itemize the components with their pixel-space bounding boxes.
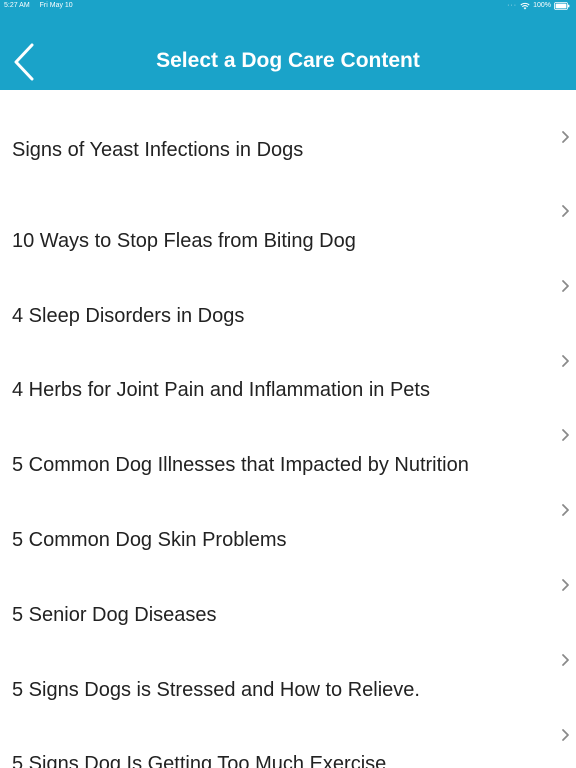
chevron-right-icon bbox=[562, 354, 569, 367]
list-item-label: 5 Common Dog Illnesses that Impacted by … bbox=[12, 454, 469, 477]
list-item-label: Signs of Yeast Infections in Dogs bbox=[12, 139, 304, 161]
list-item-label: 4 Herbs for Joint Pain and Inflammation … bbox=[12, 379, 430, 402]
more-dots-icon: ··· bbox=[507, 2, 518, 9]
chevron-right-icon bbox=[562, 728, 569, 741]
list-item-label: 5 Signs Dogs is Stressed and How to Reli… bbox=[12, 678, 420, 701]
list-item[interactable]: 4 Herbs for Joint Pain and Inflammation … bbox=[0, 338, 576, 413]
list-item[interactable]: 5 Common Dog Skin Problems bbox=[0, 487, 576, 562]
nav-header: 5:27 AM Fri May 10 ··· 100% Select a Dog… bbox=[0, 0, 576, 90]
list-item[interactable]: 5 Senior Dog Diseases bbox=[0, 562, 576, 637]
battery-percent: 100% bbox=[533, 2, 551, 9]
page-title: Select a Dog Care Content bbox=[156, 49, 420, 72]
chevron-right-icon bbox=[562, 205, 569, 217]
chevron-left-icon bbox=[14, 43, 34, 81]
list-item-label: 5 Senior Dog Diseases bbox=[12, 603, 217, 626]
status-time: 5:27 AM bbox=[4, 2, 30, 9]
list-item[interactable]: 5 Common Dog Illnesses that Impacted by … bbox=[0, 412, 576, 487]
chevron-right-icon bbox=[562, 504, 569, 517]
list-item[interactable]: 10 Ways to Stop Fleas from Biting Dog bbox=[0, 188, 576, 263]
status-left: 5:27 AM Fri May 10 bbox=[4, 0, 81, 12]
app-screen: 5:27 AM Fri May 10 ··· 100% Select a Dog… bbox=[0, 0, 576, 768]
battery-icon bbox=[554, 2, 570, 10]
list-item[interactable]: 4 Sleep Disorders in Dogs bbox=[0, 263, 576, 338]
status-right: ··· 100% bbox=[507, 0, 570, 12]
wifi-icon bbox=[520, 2, 530, 10]
status-date: Fri May 10 bbox=[39, 2, 73, 9]
content-list: Signs of Yeast Infections in Dogs 10 Way… bbox=[0, 90, 576, 768]
list-item-label: 5 Signs Dog Is Getting Too Much Exercise bbox=[12, 753, 387, 768]
chevron-right-icon bbox=[562, 579, 569, 591]
list-item[interactable]: 5 Signs Dog Is Getting Too Much Exercise bbox=[0, 712, 576, 768]
list-item[interactable]: Signs of Yeast Infections in Dogs bbox=[0, 90, 576, 188]
status-bar: 5:27 AM Fri May 10 ··· 100% bbox=[0, 0, 576, 14]
chevron-right-icon bbox=[562, 653, 569, 666]
chevron-right-icon bbox=[562, 131, 569, 143]
list-item-label: 4 Sleep Disorders in Dogs bbox=[12, 304, 245, 327]
chevron-right-icon bbox=[562, 429, 569, 442]
list-item-label: 10 Ways to Stop Fleas from Biting Dog bbox=[12, 229, 356, 252]
chevron-right-icon bbox=[562, 279, 569, 292]
list-item[interactable]: 5 Signs Dogs is Stressed and How to Reli… bbox=[0, 637, 576, 712]
list-item-label: 5 Common Dog Skin Problems bbox=[12, 528, 287, 551]
back-button[interactable] bbox=[6, 40, 42, 84]
